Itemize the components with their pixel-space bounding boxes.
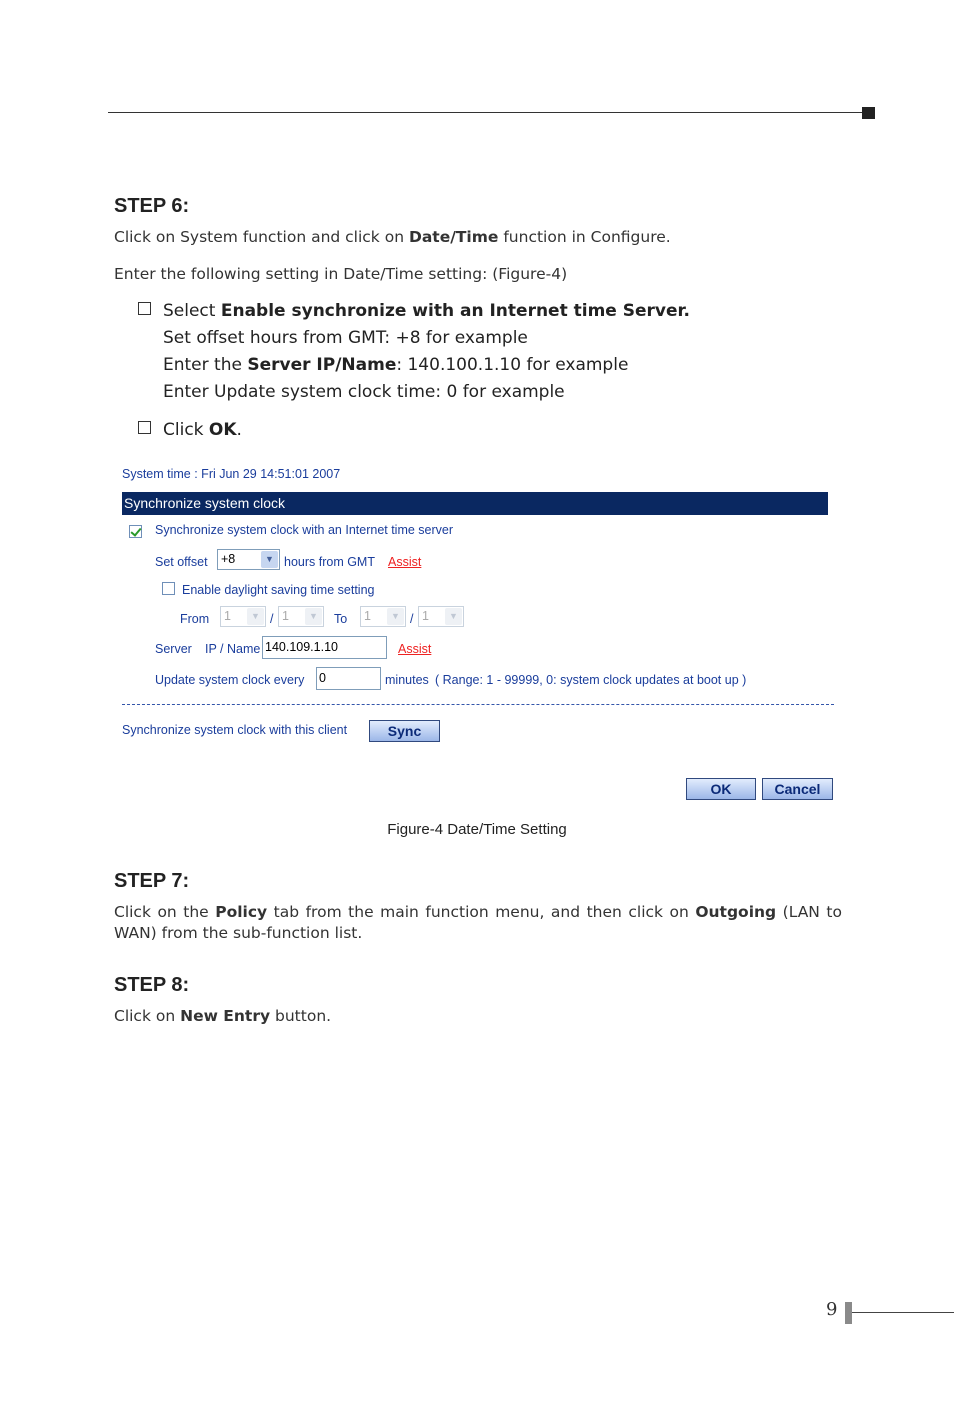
client-sync-label: Synchronize system clock with this clien… bbox=[122, 723, 348, 737]
sync-button[interactable]: Sync bbox=[369, 720, 440, 742]
ok-button[interactable]: OK bbox=[686, 778, 756, 800]
step6-sub2: Enter the Server IP/Name: 140.100.1.10 f… bbox=[163, 355, 629, 375]
from-day-select[interactable]: 1 ▼ bbox=[278, 606, 324, 627]
server-input[interactable]: 140.109.1.10 bbox=[262, 636, 387, 659]
bullet-box-icon bbox=[138, 421, 151, 434]
range-hint: ( Range: 1 - 99999, 0: system clock upda… bbox=[435, 673, 747, 687]
chevron-down-icon: ▼ bbox=[247, 608, 264, 625]
date-separator: / bbox=[410, 612, 414, 626]
step7-heading: STEP 7: bbox=[114, 870, 190, 892]
figure-caption: Figure-4 Date/Time Setting bbox=[387, 821, 567, 838]
offset-select[interactable]: +8 ▼ bbox=[217, 549, 280, 570]
from-month-select[interactable]: 1 ▼ bbox=[220, 606, 266, 627]
step6-sub1: Set offset hours from GMT: +8 for exampl… bbox=[163, 328, 528, 348]
hours-from-gmt-label: hours from GMT bbox=[284, 555, 375, 569]
date-separator: / bbox=[270, 612, 274, 626]
page-number: 9 bbox=[826, 1299, 838, 1320]
system-time-label: System time : Fri Jun 29 14:51:01 2007 bbox=[122, 467, 341, 481]
assist-link-server[interactable]: Assist bbox=[398, 642, 431, 656]
step6-bullet1: Select Enable synchronize with an Intern… bbox=[138, 298, 690, 325]
ip-name-label: IP / Name bbox=[205, 642, 261, 656]
set-offset-label: Set offset bbox=[155, 555, 208, 569]
dashed-divider bbox=[122, 704, 834, 705]
step6-line2: Enter the following setting in Date/Time… bbox=[114, 265, 568, 283]
update-every-label: Update system clock every bbox=[155, 673, 305, 687]
dst-checkbox-label: Enable daylight saving time setting bbox=[182, 583, 375, 597]
sync-checkbox[interactable] bbox=[129, 525, 142, 538]
cancel-button[interactable]: Cancel bbox=[762, 778, 833, 800]
chevron-down-icon: ▼ bbox=[305, 608, 322, 625]
chevron-down-icon: ▼ bbox=[261, 551, 278, 568]
header-rule bbox=[108, 112, 864, 113]
sync-checkbox-label: Synchronize system clock with an Interne… bbox=[155, 523, 454, 537]
section-header: Synchronize system clock bbox=[122, 492, 828, 515]
step8-heading: STEP 8: bbox=[114, 974, 190, 996]
footer-bar-mark bbox=[845, 1302, 852, 1324]
step7-text: Click on the Policy tab from the main fu… bbox=[114, 903, 842, 942]
from-label: From bbox=[180, 612, 210, 626]
dst-checkbox[interactable] bbox=[162, 582, 175, 595]
header-square-mark bbox=[862, 107, 875, 119]
assist-link-offset[interactable]: Assist bbox=[388, 555, 421, 569]
chevron-down-icon: ▼ bbox=[445, 608, 462, 625]
step6-bullet2: Click OK. bbox=[138, 417, 242, 444]
bullet-box-icon bbox=[138, 302, 151, 315]
footer-rule bbox=[852, 1312, 954, 1313]
step8-text: Click on New Entry button. bbox=[114, 1007, 332, 1025]
to-label: To bbox=[334, 612, 348, 626]
step6-heading: STEP 6: bbox=[114, 195, 190, 217]
to-month-select[interactable]: 1 ▼ bbox=[360, 606, 406, 627]
step6-sub3: Enter Update system clock time: 0 for ex… bbox=[163, 382, 565, 402]
update-interval-input[interactable]: 0 bbox=[316, 667, 381, 690]
minutes-label: minutes bbox=[385, 673, 429, 687]
chevron-down-icon: ▼ bbox=[387, 608, 404, 625]
server-label: Server bbox=[155, 642, 192, 656]
to-day-select[interactable]: 1 ▼ bbox=[418, 606, 464, 627]
step6-line1: Click on System function and click on Da… bbox=[114, 228, 671, 246]
